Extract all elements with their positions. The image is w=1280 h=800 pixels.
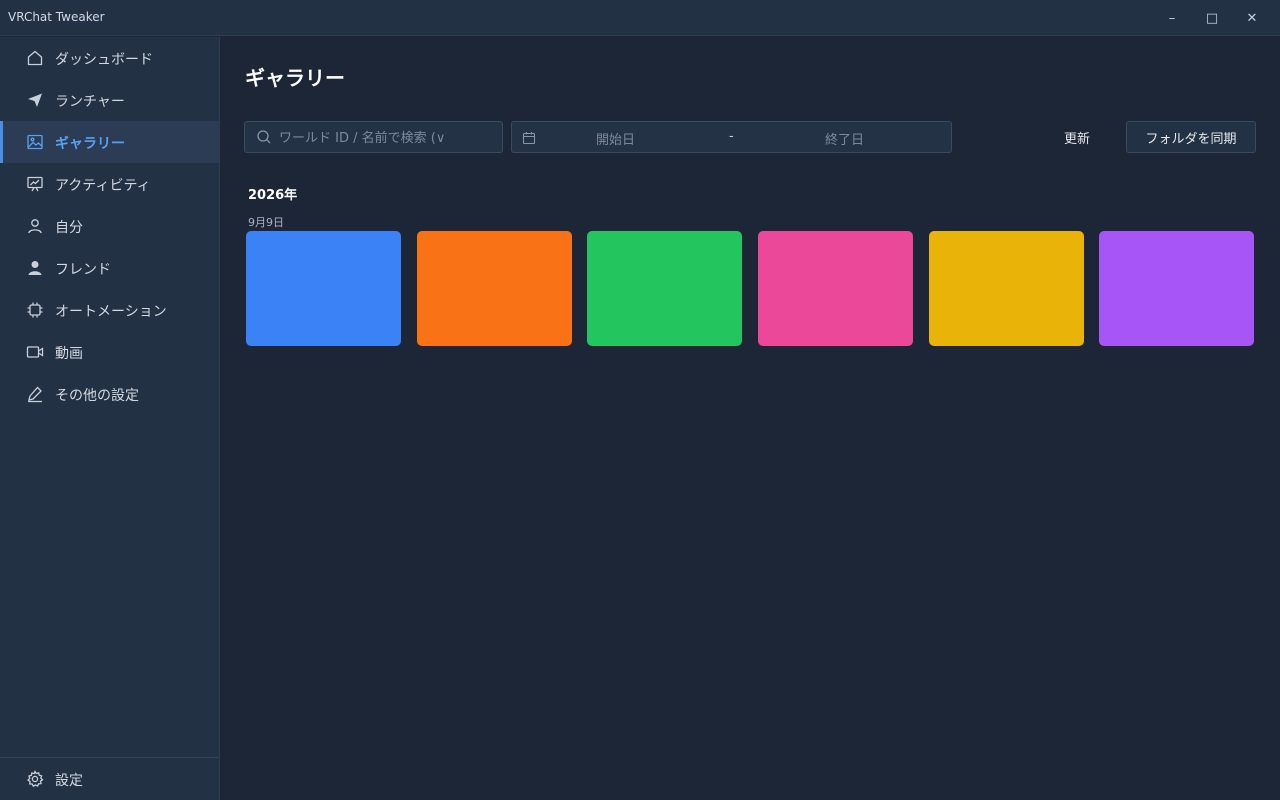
gallery-thumbnail[interactable] xyxy=(1099,231,1254,346)
sidebar-item-video[interactable]: 動画 xyxy=(0,331,219,373)
sidebar-item-launcher[interactable]: ランチャー xyxy=(0,79,219,121)
gear-icon xyxy=(26,770,44,788)
gallery-thumbnail[interactable] xyxy=(587,231,742,346)
gallery-thumbnail[interactable] xyxy=(417,231,572,346)
activity-chart-icon xyxy=(26,175,44,193)
title-bar: VRChat Tweaker – □ ✕ xyxy=(0,0,1280,36)
start-date-input[interactable]: 開始日 xyxy=(596,129,635,148)
close-icon: ✕ xyxy=(1246,10,1258,26)
send-icon xyxy=(26,91,44,109)
sidebar-item-settings[interactable]: 設定 xyxy=(0,758,219,800)
calendar-icon xyxy=(522,130,536,145)
gallery-thumbnail[interactable] xyxy=(246,231,401,346)
sidebar-item-dashboard[interactable]: ダッシュボード xyxy=(0,37,219,79)
sidebar-item-label: ダッシュボード xyxy=(55,52,153,68)
sidebar-item-label: 自分 xyxy=(55,220,83,236)
pencil-icon xyxy=(26,385,44,403)
refresh-button[interactable]: 更新 xyxy=(1050,121,1104,153)
sidebar-item-activity[interactable]: アクティビティ xyxy=(0,163,219,205)
sidebar-item-label: アクティビティ xyxy=(55,178,151,194)
gallery-thumbnail[interactable] xyxy=(929,231,1084,346)
sidebar-item-label: その他の設定 xyxy=(55,388,139,404)
sidebar-item-label: 設定 xyxy=(55,773,83,789)
date-range-picker[interactable]: 開始日 - 終了日 xyxy=(511,121,952,153)
home-icon xyxy=(26,49,44,67)
image-icon xyxy=(26,133,44,151)
sidebar-item-label: ギャラリー xyxy=(55,136,125,152)
sidebar-item-other-settings[interactable]: その他の設定 xyxy=(0,373,219,415)
sidebar-item-label: 動画 xyxy=(55,346,83,362)
sidebar: ダッシュボード ランチャー ギャラリー アクティビティ 自分 フレンド オートメ… xyxy=(0,37,220,800)
video-icon xyxy=(26,343,44,361)
sidebar-item-label: オートメーション xyxy=(55,304,167,320)
search-field[interactable] xyxy=(244,121,503,153)
sidebar-item-label: フレンド xyxy=(55,262,111,278)
sidebar-item-gallery[interactable]: ギャラリー xyxy=(0,121,219,163)
sidebar-item-automation[interactable]: オートメーション xyxy=(0,289,219,331)
date-range-separator: - xyxy=(729,129,734,144)
sync-folder-button[interactable]: フォルダを同期 xyxy=(1126,121,1256,153)
app-title: VRChat Tweaker xyxy=(8,10,105,24)
gallery-thumbnail[interactable] xyxy=(758,231,913,346)
search-icon xyxy=(256,129,272,145)
date-heading: 9月9日 xyxy=(248,216,284,229)
search-input[interactable] xyxy=(279,128,499,148)
sidebar-item-friends[interactable]: フレンド xyxy=(0,247,219,289)
user-icon xyxy=(26,217,44,235)
page-title: ギャラリー xyxy=(245,66,345,90)
minimize-button[interactable]: – xyxy=(1152,0,1192,36)
end-date-input[interactable]: 終了日 xyxy=(825,129,864,148)
chip-icon xyxy=(26,301,44,319)
maximize-button[interactable]: □ xyxy=(1192,0,1232,36)
friend-icon xyxy=(26,259,44,277)
year-heading: 2026年 xyxy=(248,188,298,203)
maximize-icon: □ xyxy=(1205,10,1219,26)
close-button[interactable]: ✕ xyxy=(1232,0,1272,36)
minimize-icon: – xyxy=(1168,10,1176,26)
sidebar-item-label: ランチャー xyxy=(55,94,125,110)
sidebar-item-self[interactable]: 自分 xyxy=(0,205,219,247)
